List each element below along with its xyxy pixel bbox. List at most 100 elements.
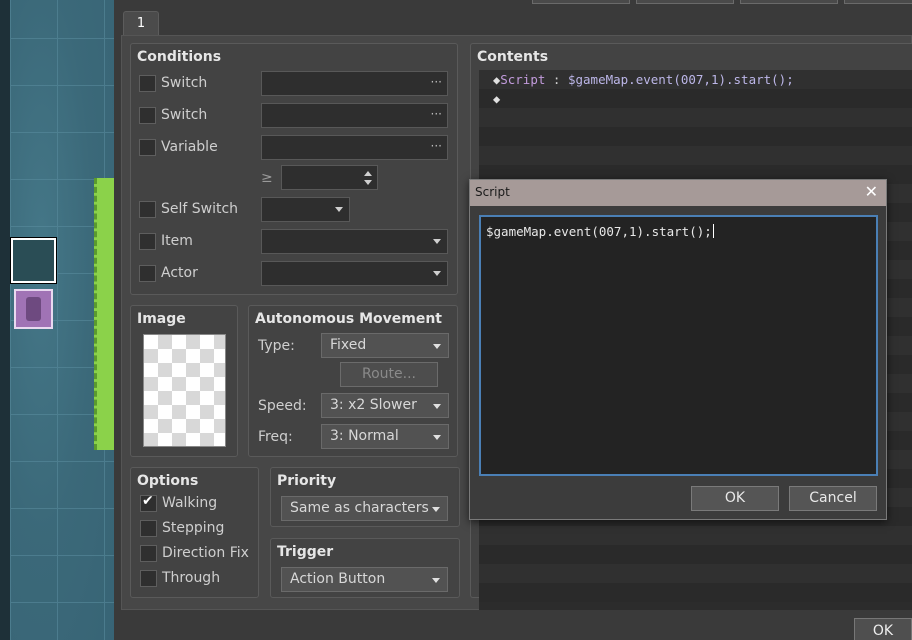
trigger-select[interactable]: Action Button xyxy=(281,567,448,592)
actor-label: Actor xyxy=(161,265,198,281)
priority-value: Same as characters xyxy=(290,500,429,516)
self-switch-label: Self Switch xyxy=(161,201,239,217)
list-filler xyxy=(479,583,912,602)
actor-checkbox[interactable] xyxy=(139,265,156,282)
movement-type-select[interactable]: Fixed xyxy=(321,333,449,358)
dialog-ok-button[interactable]: OK xyxy=(854,618,912,640)
list-filler xyxy=(479,146,912,165)
item-checkbox[interactable] xyxy=(139,233,156,250)
movement-type-label: Type: xyxy=(258,338,295,354)
options-title: Options xyxy=(137,473,199,489)
spin-down-icon[interactable] xyxy=(364,180,372,185)
list-filler xyxy=(479,564,912,583)
command-name: Script xyxy=(500,72,546,87)
top-button-1[interactable] xyxy=(532,0,630,4)
item-select[interactable] xyxy=(261,229,448,254)
self-switch-select[interactable] xyxy=(261,197,350,222)
chevron-down-icon xyxy=(433,271,441,276)
options-panel: Options Walking Stepping Direction Fix T… xyxy=(130,467,259,598)
list-filler xyxy=(479,545,912,564)
variable-dots-icon: ··· xyxy=(430,139,442,153)
list-filler xyxy=(479,127,912,146)
variable-compare-symbol: ≥ xyxy=(261,170,273,186)
movement-type-value: Fixed xyxy=(330,337,367,353)
switch1-checkbox[interactable] xyxy=(139,75,156,92)
text-caret xyxy=(712,224,714,238)
list-filler xyxy=(479,526,912,545)
priority-select[interactable]: Same as characters xyxy=(281,496,448,521)
movement-panel: Autonomous Movement Type: Fixed Route...… xyxy=(248,305,458,457)
map-edge xyxy=(0,0,10,640)
variable-field[interactable]: ··· xyxy=(261,135,448,160)
movement-speed-label: Speed: xyxy=(258,398,307,414)
variable-value-spinner[interactable] xyxy=(281,165,378,190)
image-panel: Image xyxy=(130,305,238,457)
event-image-preview[interactable] xyxy=(143,334,226,447)
top-button-2[interactable] xyxy=(636,0,734,4)
script-ok-button[interactable]: OK xyxy=(691,486,779,511)
movement-speed-value: 3: x2 Slower xyxy=(330,397,417,413)
stepping-checkbox[interactable] xyxy=(140,520,157,537)
switch1-label: Switch xyxy=(161,75,208,91)
trigger-value: Action Button xyxy=(290,571,386,587)
chevron-down-icon xyxy=(433,404,441,409)
switch2-dots-icon: ··· xyxy=(430,107,442,121)
command-sep: : xyxy=(545,72,568,87)
switch2-label: Switch xyxy=(161,107,208,123)
app-root: 1 Conditions Switch ··· Switch ··· Varia… xyxy=(0,0,912,640)
chevron-down-icon xyxy=(433,435,441,440)
variable-label: Variable xyxy=(161,139,218,155)
priority-panel: Priority Same as characters xyxy=(270,467,460,527)
script-cancel-button[interactable]: Cancel xyxy=(789,486,877,511)
script-text-content: $gameMap.event(007,1).start(); xyxy=(486,224,712,239)
direction-fix-label: Direction Fix xyxy=(162,545,249,561)
map-tile-cursor[interactable] xyxy=(10,237,57,284)
trigger-panel: Trigger Action Button xyxy=(270,538,460,598)
command-row-empty[interactable]: ◆ xyxy=(479,89,912,108)
chevron-down-icon xyxy=(432,507,440,512)
script-textarea[interactable]: $gameMap.event(007,1).start(); xyxy=(479,215,878,476)
movement-title: Autonomous Movement xyxy=(255,311,442,327)
map-event-icon[interactable] xyxy=(14,289,53,329)
through-label: Through xyxy=(162,570,221,586)
script-text: $gameMap.event(007,1).start(); xyxy=(486,224,714,239)
command-row[interactable]: ◆Script : $gameMap.event(007,1).start(); xyxy=(479,70,912,89)
diamond-icon: ◆ xyxy=(493,92,501,106)
chevron-down-icon xyxy=(433,239,441,244)
direction-fix-checkbox[interactable] xyxy=(140,545,157,562)
top-button-3[interactable] xyxy=(740,0,838,4)
spin-up-icon[interactable] xyxy=(364,171,372,176)
route-button[interactable]: Route... xyxy=(340,362,438,387)
conditions-panel: Conditions Switch ··· Switch ··· Variabl… xyxy=(130,43,458,295)
switch1-field[interactable]: ··· xyxy=(261,71,448,96)
list-filler xyxy=(479,108,912,127)
walking-label: Walking xyxy=(162,495,218,511)
close-icon[interactable]: ✕ xyxy=(865,182,878,201)
contents-title: Contents xyxy=(477,49,549,65)
priority-title: Priority xyxy=(277,473,337,489)
script-dialog-titlebar[interactable]: Script ✕ xyxy=(470,180,886,206)
tab-page-1[interactable]: 1 xyxy=(123,11,159,36)
trigger-title: Trigger xyxy=(277,544,334,560)
conditions-title: Conditions xyxy=(137,49,222,65)
chevron-down-icon xyxy=(335,207,343,212)
movement-freq-label: Freq: xyxy=(258,429,293,445)
movement-freq-value: 3: Normal xyxy=(330,428,399,444)
movement-freq-select[interactable]: 3: Normal xyxy=(321,424,449,449)
through-checkbox[interactable] xyxy=(140,570,157,587)
script-dialog: Script ✕ $gameMap.event(007,1).start(); … xyxy=(469,179,887,520)
walking-checkbox[interactable] xyxy=(140,493,157,512)
variable-checkbox[interactable] xyxy=(139,139,156,156)
self-switch-checkbox[interactable] xyxy=(139,201,156,218)
image-title: Image xyxy=(137,311,186,327)
top-button-4[interactable] xyxy=(844,0,912,4)
switch2-field[interactable]: ··· xyxy=(261,103,448,128)
switch2-checkbox[interactable] xyxy=(139,107,156,124)
map-grass xyxy=(94,178,114,450)
movement-speed-select[interactable]: 3: x2 Slower xyxy=(321,393,449,418)
actor-select[interactable] xyxy=(261,261,448,286)
switch1-dots-icon: ··· xyxy=(430,75,442,89)
chevron-down-icon xyxy=(432,578,440,583)
top-button-row xyxy=(532,0,912,4)
map-canvas[interactable] xyxy=(0,0,114,640)
